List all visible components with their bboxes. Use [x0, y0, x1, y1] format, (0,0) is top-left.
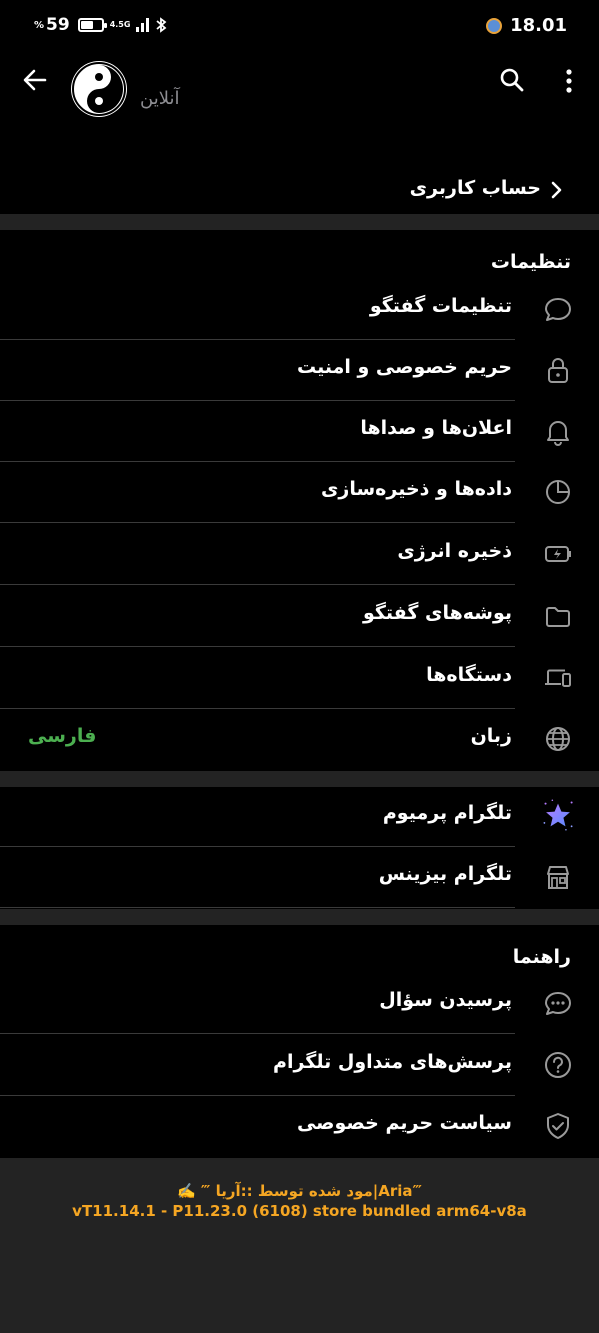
help-item-label: پرسش‌های متداول تلگرام: [273, 1051, 512, 1073]
battery-charging-icon: [545, 546, 571, 562]
battery-percent-sign: %: [34, 19, 45, 31]
section-divider: [0, 214, 599, 230]
row-divider: [0, 907, 515, 908]
settings-item-chat-folders[interactable]: پوشه‌های گفتگو: [0, 586, 599, 647]
settings-section-title: تنظیمات: [490, 251, 571, 273]
footer: ✍️ ‴ مود شده توسط ::آریا|Aria‴ vT11.14.1…: [0, 1158, 599, 1333]
section-divider: [0, 771, 599, 787]
avatar[interactable]: [71, 61, 127, 117]
help-item-faq[interactable]: پرسش‌های متداول تلگرام: [0, 1035, 599, 1096]
chat-dots-icon: [545, 992, 571, 1015]
bell-icon: [547, 421, 569, 446]
settings-item-label: پوشه‌های گفتگو: [362, 602, 512, 624]
devices-icon: [545, 669, 571, 687]
network-type: 4.5G: [109, 20, 131, 29]
section-divider: [0, 909, 599, 925]
more-vertical-icon: [566, 69, 572, 93]
row-divider: [0, 1033, 515, 1034]
row-divider: [0, 522, 515, 523]
chevron-right-icon: [551, 181, 562, 199]
help-item-privacy-policy[interactable]: سیاست حریم خصوصی: [0, 1096, 599, 1157]
globe-icon: [546, 727, 570, 751]
footer-version: vT11.14.1 - P11.23.0 (6108) store bundle…: [72, 1202, 527, 1220]
settings-item-privacy[interactable]: حریم خصوصی و امنیت: [0, 340, 599, 401]
footer-mod-credit: ✍️ ‴ مود شده توسط ::آریا|Aria‴: [177, 1182, 422, 1200]
signal-icon: [136, 18, 150, 32]
shield-check-icon: [547, 1113, 569, 1139]
settings-item-label: زبان: [470, 725, 512, 747]
settings-item-label: حریم خصوصی و امنیت: [296, 356, 512, 378]
status-bar: % 59 4.5G 18.01: [0, 0, 599, 52]
help-item-label: سیاست حریم خصوصی: [296, 1112, 512, 1134]
settings-item-devices[interactable]: دستگاه‌ها: [0, 648, 599, 709]
search-button[interactable]: [499, 67, 525, 93]
help-item-label: پرسیدن سؤال: [379, 989, 512, 1011]
row-divider: [0, 584, 515, 585]
premium-item-telegram-premium[interactable]: تلگرام پرمیوم: [0, 786, 599, 847]
row-divider: [0, 646, 515, 647]
battery-level: 59: [46, 15, 70, 35]
account-label: حساب کاربری: [409, 177, 541, 199]
settings-item-notifications[interactable]: اعلان‌ها و صداها: [0, 401, 599, 462]
chat-bubble-icon: [545, 298, 571, 321]
lock-icon: [548, 358, 568, 383]
settings-item-power-saving[interactable]: ذخیره انرژی: [0, 524, 599, 585]
settings-item-label: دستگاه‌ها: [426, 664, 512, 686]
question-icon: [545, 1052, 571, 1078]
status-left: % 59 4.5G: [34, 15, 167, 35]
settings-item-label: تنظیمات گفتگو: [369, 295, 512, 317]
premium-item-label: تلگرام بیزینس: [378, 863, 512, 885]
battery-icon: [77, 18, 107, 32]
more-options-button[interactable]: [559, 67, 579, 95]
settings-item-data-storage[interactable]: داده‌ها و ذخیره‌سازی: [0, 462, 599, 523]
folder-icon: [546, 607, 570, 627]
account-row[interactable]: حساب کاربری: [0, 168, 599, 212]
back-button[interactable]: [20, 65, 50, 95]
arrow-left-icon: [23, 69, 47, 91]
settings-item-label: ذخیره انرژی: [397, 540, 512, 562]
settings-item-label: اعلان‌ها و صداها: [360, 417, 512, 439]
premium-item-label: تلگرام پرمیوم: [382, 802, 512, 824]
settings-item-language[interactable]: زبان فارسی: [0, 709, 599, 770]
premium-item-telegram-business[interactable]: تلگرام بیزینس: [0, 847, 599, 908]
yin-yang-icon: [72, 62, 126, 116]
bluetooth-icon: [156, 17, 167, 33]
pie-chart-icon: [546, 480, 570, 504]
help-item-ask-question[interactable]: پرسیدن سؤال: [0, 973, 599, 1034]
premium-star-icon: [543, 799, 573, 831]
language-value: فارسی: [28, 725, 97, 747]
settings-item-label: داده‌ها و ذخیره‌سازی: [321, 478, 512, 500]
app-notification-icon: [486, 17, 503, 34]
online-status: آنلاین: [140, 88, 180, 109]
status-right: 18.01: [486, 15, 567, 36]
help-section-title: راهنما: [512, 946, 571, 968]
settings-item-chat[interactable]: تنظیمات گفتگو: [0, 279, 599, 340]
profile-header: آنلاین: [0, 55, 599, 125]
search-icon: [500, 68, 524, 92]
store-icon: [547, 866, 569, 889]
clock: 18.01: [510, 15, 567, 36]
